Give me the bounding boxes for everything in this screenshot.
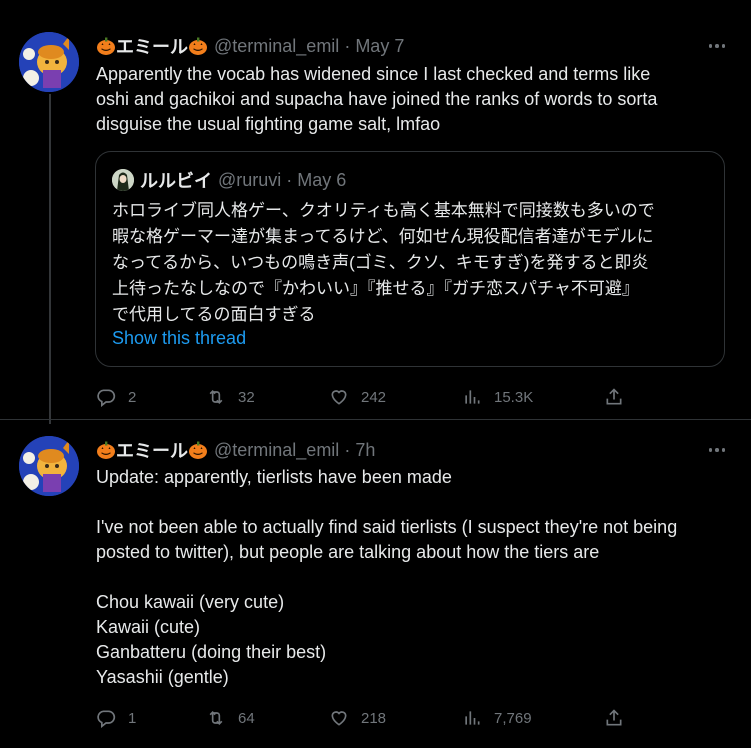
quoted-tweet-header: ルルビイ @ruruvi · May 6 (112, 169, 346, 191)
display-name[interactable]: エミール (96, 33, 208, 59)
share-button[interactable] (604, 385, 636, 409)
tweet-1[interactable]: エミール @terminal_emil · May 7 Apparently t… (0, 0, 751, 424)
quoted-text-line: なってるから、いつもの鳴き声(ゴミ、クソ、キモすぎ)を発すると即炎 (112, 253, 649, 272)
tweet-actions: 1 64 218 7,769 (96, 706, 636, 730)
pumpkin-emoji-icon (189, 441, 207, 459)
quoted-text-line: 上待ったなしなので『かわいい』『推せる』『ガチ恋スパチャ不可避』 (112, 279, 639, 298)
like-button[interactable]: 242 (329, 385, 386, 409)
quoted-text-line: 暇な格ゲーマー達が集まってるけど、何如せん現役配信者達がモデルに (112, 227, 654, 246)
reply-button[interactable]: 1 (96, 706, 136, 730)
retweet-button[interactable]: 64 (206, 706, 255, 730)
views-count: 15.3K (494, 388, 534, 406)
like-count: 242 (361, 388, 387, 406)
heart-icon (331, 711, 347, 726)
reply-count: 1 (128, 709, 137, 727)
share-icon (606, 709, 622, 726)
tweet-actions: 2 32 242 15.3K (96, 385, 636, 409)
retweet-icon (209, 389, 223, 405)
display-name[interactable]: エミール (96, 437, 208, 463)
quoted-tweet-text: ホロライブ同人格ゲー、クオリティも高く基本無料で同接数も多いので 暇な格ゲーマー… (112, 198, 712, 328)
tweet-2[interactable]: エミール @terminal_emil · 7h Update: apparen… (0, 420, 751, 748)
pumpkin-emoji-icon (97, 441, 115, 459)
tweet-header: エミール @terminal_emil · May 7 (96, 35, 404, 57)
user-handle[interactable]: @terminal_emil (214, 440, 339, 461)
avatar[interactable] (19, 436, 79, 496)
thread-connector-line (49, 94, 51, 424)
views-chart-icon (465, 711, 480, 725)
quoted-avatar (112, 169, 134, 191)
reply-button[interactable]: 2 (96, 385, 136, 409)
share-button[interactable] (604, 706, 636, 730)
quoted-timestamp: May 6 (297, 169, 347, 190)
share-icon (606, 388, 622, 405)
pumpkin-emoji-icon (97, 37, 115, 55)
more-options-icon[interactable] (707, 440, 727, 460)
views-button[interactable]: 15.3K (462, 385, 533, 409)
views-button[interactable]: 7,769 (462, 706, 532, 730)
reply-icon (97, 389, 116, 407)
retweet-button[interactable]: 32 (206, 385, 255, 409)
tweet-header: エミール @terminal_emil · 7h (96, 439, 375, 461)
like-button[interactable]: 218 (329, 706, 386, 730)
quoted-tweet[interactable]: ルルビイ @ruruvi · May 6 ホロライブ同人格ゲー、クオリティも高く… (95, 151, 725, 367)
quoted-text-line: で代用してるの面白すぎる (112, 305, 316, 324)
tweet-text: Update: apparently, tierlists have been … (96, 467, 678, 687)
user-handle[interactable]: @terminal_emil (214, 36, 339, 57)
avatar[interactable] (19, 32, 79, 92)
views-count: 7,769 (494, 709, 532, 727)
views-chart-icon (465, 390, 480, 404)
reply-icon (97, 710, 116, 728)
pumpkin-emoji-icon (189, 37, 207, 55)
quoted-handle: @ruruvi (218, 169, 282, 190)
quoted-display-name: ルルビイ (140, 171, 212, 191)
more-options-icon[interactable] (707, 36, 727, 56)
separator-dot: · (286, 169, 293, 190)
tweet-text: Apparently the vocab has widened since I… (96, 64, 658, 134)
timestamp[interactable]: May 7 (355, 36, 404, 57)
separator-dot: · (344, 35, 351, 56)
reply-count: 2 (128, 388, 137, 406)
timestamp[interactable]: 7h (355, 440, 375, 461)
separator-dot: · (344, 439, 351, 460)
retweet-count: 64 (238, 709, 255, 727)
quoted-text-line: ホロライブ同人格ゲー、クオリティも高く基本無料で同接数も多いので (112, 201, 655, 220)
show-thread-link[interactable]: Show this thread (112, 328, 246, 349)
retweet-count: 32 (238, 388, 255, 406)
retweet-icon (209, 710, 223, 726)
like-count: 218 (361, 709, 387, 727)
heart-icon (331, 390, 347, 405)
